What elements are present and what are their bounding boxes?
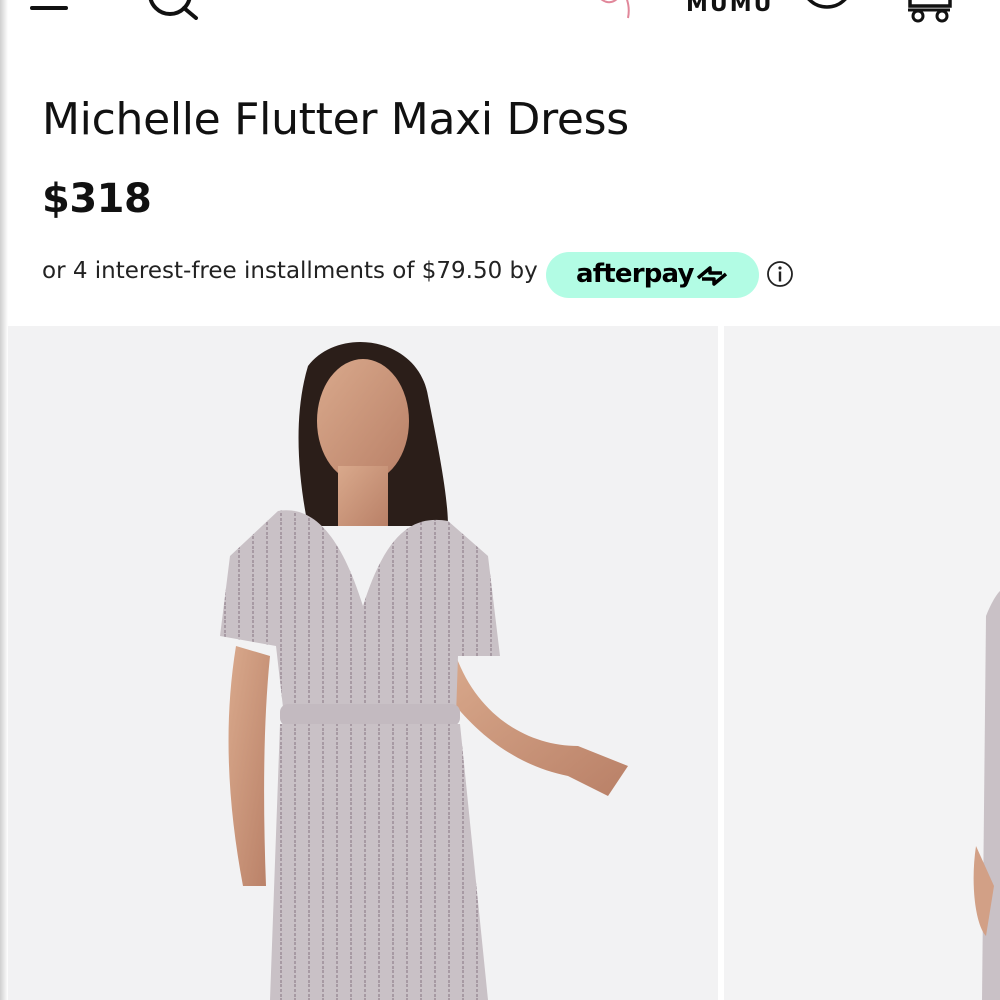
account-icon[interactable] (798, 0, 856, 20)
info-icon[interactable] (766, 260, 794, 288)
model-front-photo (8, 326, 718, 1000)
afterpay-badge[interactable]: afterpay (546, 252, 759, 298)
brand-script-logo-icon[interactable] (588, 0, 648, 24)
product-price: $318 (42, 176, 152, 222)
top-navigation-bar: MUMU (0, 0, 1000, 40)
hamburger-menu-icon[interactable] (30, 0, 72, 14)
afterpay-label: afterpay (576, 259, 694, 289)
product-photo-main[interactable] (8, 326, 718, 1000)
model-side-photo-partial (724, 326, 1000, 1000)
product-image-gallery (0, 326, 1000, 1000)
search-icon[interactable] (138, 0, 202, 20)
product-title: Michelle Flutter Maxi Dress (42, 94, 629, 145)
cart-icon[interactable] (906, 0, 954, 26)
afterpay-arrows-icon (696, 266, 728, 286)
brand-name[interactable]: MUMU (686, 0, 774, 17)
installments-text: or 4 interest-free installments of $79.5… (42, 258, 538, 284)
product-photo-next[interactable] (724, 326, 1000, 1000)
